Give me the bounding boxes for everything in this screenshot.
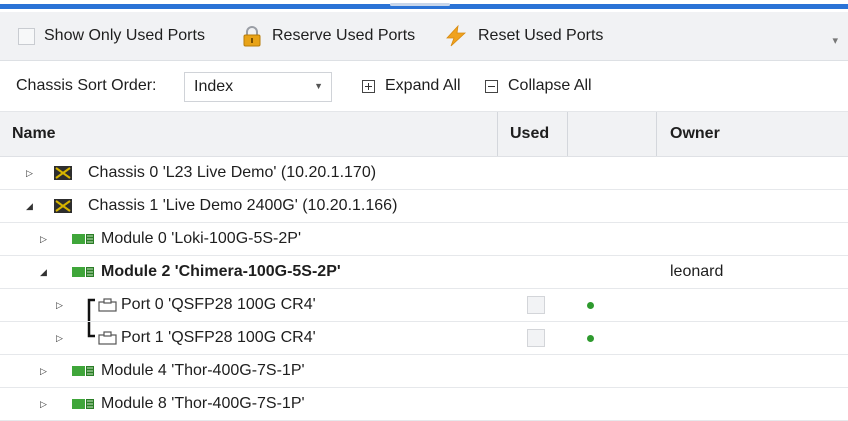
tree-row[interactable]: ▷ Module 8 'Thor-400G-7S-1P' <box>0 388 848 421</box>
module-icon <box>72 399 94 409</box>
dropdown-arrow-icon: ▼ <box>314 81 323 91</box>
used-checkbox[interactable] <box>527 296 545 314</box>
expand-triangle-icon[interactable]: ▷ <box>40 366 47 377</box>
chassis-sort-order-select[interactable]: Index ▼ <box>184 72 332 102</box>
toolbar-overflow-icon[interactable]: ▾ <box>832 34 838 47</box>
expand-all-label: Expand All <box>385 77 461 94</box>
collapse-all-label: Collapse All <box>508 77 592 94</box>
row-label: Module 4 'Thor-400G-7S-1P' <box>101 362 305 379</box>
show-only-used-checkbox[interactable] <box>18 27 35 45</box>
plus-box-icon <box>362 79 375 93</box>
expand-triangle-icon[interactable]: ▷ <box>56 333 63 344</box>
port-icon <box>98 298 117 312</box>
tree-row[interactable]: ▷ Port 1 'QSFP28 100G CR4' <box>0 322 848 355</box>
row-label: Module 8 'Thor-400G-7S-1P' <box>101 395 305 412</box>
tree-row[interactable]: ◢ Chassis 1 'Live Demo 2400G' (10.20.1.1… <box>0 190 848 223</box>
window-top-bar <box>0 0 848 10</box>
show-only-used-toggle[interactable]: Show Only Used Ports <box>18 12 205 60</box>
tree-row[interactable]: ▷ Module 0 'Loki-100G-5S-2P' <box>0 223 848 256</box>
lightning-icon <box>446 25 467 47</box>
owner-value: leonard <box>670 263 724 280</box>
minus-box-icon <box>485 79 498 93</box>
used-checkbox[interactable] <box>527 329 545 347</box>
status-indicator <box>587 335 594 342</box>
sort-toolbar: Chassis Sort Order: Index ▼ Expand All C… <box>0 61 848 112</box>
row-label: Chassis 1 'Live Demo 2400G' (10.20.1.166… <box>88 197 398 214</box>
tree-row[interactable]: ▷ Chassis 0 'L23 Live Demo' (10.20.1.170… <box>0 157 848 190</box>
lock-icon <box>243 26 261 47</box>
row-label: Port 1 'QSFP28 100G CR4' <box>121 329 316 346</box>
row-label: Module 2 'Chimera-100G-5S-2P' <box>101 263 341 280</box>
expand-triangle-icon[interactable]: ▷ <box>56 300 63 311</box>
tree-row[interactable]: ◢ Module 2 'Chimera-100G-5S-2P' leonard <box>0 256 848 289</box>
expand-triangle-icon[interactable]: ▷ <box>40 234 47 245</box>
reserve-used-ports-label: Reserve Used Ports <box>272 27 416 44</box>
column-header-owner[interactable]: Owner <box>670 112 720 156</box>
grid-header: Name Used Owner <box>0 112 848 157</box>
chassis-icon <box>54 199 72 213</box>
tree-row[interactable]: ▷ Module 4 'Thor-400G-7S-1P' <box>0 355 848 388</box>
expand-triangle-icon[interactable]: ▷ <box>40 399 47 410</box>
module-icon <box>72 234 94 244</box>
chassis-sort-order-label: Chassis Sort Order: <box>16 77 157 94</box>
reset-used-ports-button[interactable]: Reset Used Ports <box>444 12 603 60</box>
status-indicator <box>587 302 594 309</box>
row-label: Module 0 'Loki-100G-5S-2P' <box>101 230 301 247</box>
show-only-used-label: Show Only Used Ports <box>44 27 205 44</box>
collapse-triangle-icon[interactable]: ◢ <box>26 201 33 212</box>
expand-all-button[interactable]: Expand All <box>362 61 461 111</box>
module-icon <box>72 267 94 277</box>
port-icon <box>98 331 117 345</box>
expand-triangle-icon[interactable]: ▷ <box>26 168 33 179</box>
module-icon <box>72 366 94 376</box>
column-header-used[interactable]: Used <box>510 112 549 156</box>
collapse-triangle-icon[interactable]: ◢ <box>40 267 47 278</box>
row-label: Port 0 'QSFP28 100G CR4' <box>121 296 316 313</box>
row-label: Chassis 0 'L23 Live Demo' (10.20.1.170) <box>88 164 377 181</box>
collapse-all-button[interactable]: Collapse All <box>485 61 592 111</box>
sort-order-value: Index <box>194 78 234 95</box>
drag-grip[interactable] <box>390 3 450 6</box>
port-toolbar: Show Only Used Ports Reserve Used Ports … <box>0 12 848 61</box>
tree-row[interactable]: ▷ Port 0 'QSFP28 100G CR4' <box>0 289 848 322</box>
reserve-used-ports-button[interactable]: Reserve Used Ports <box>241 12 415 60</box>
reset-used-ports-label: Reset Used Ports <box>478 27 604 44</box>
chassis-icon <box>54 166 72 180</box>
column-header-name[interactable]: Name <box>12 112 56 156</box>
